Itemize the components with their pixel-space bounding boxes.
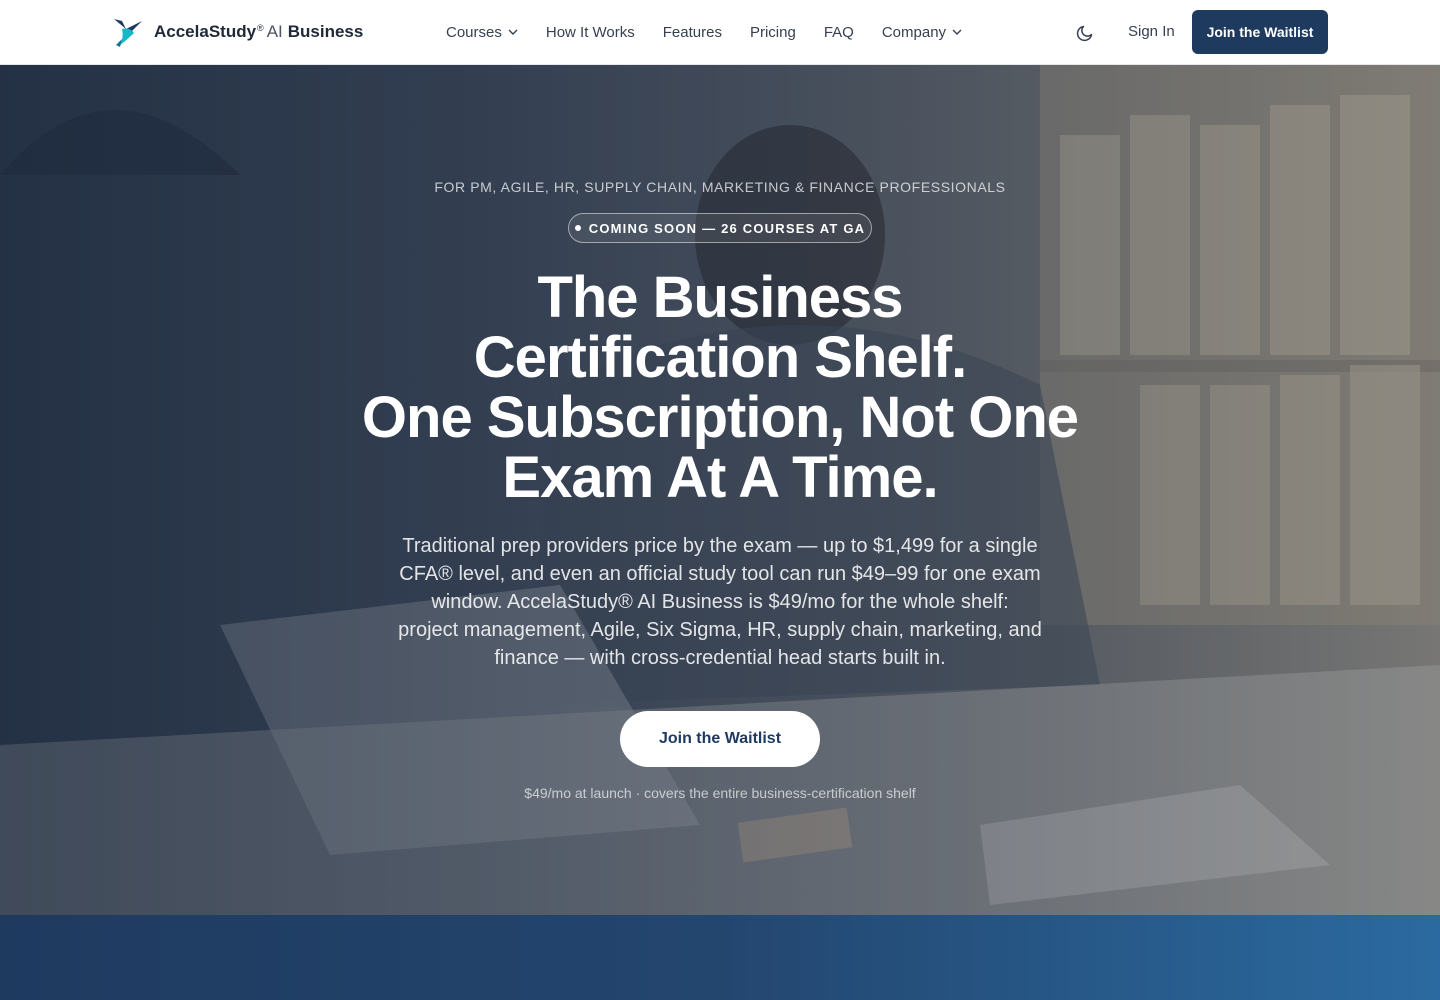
hero-subcopy: Traditional prep providers price by the …	[380, 532, 1060, 672]
subcopy-line: Traditional prep providers price by the …	[402, 535, 1038, 557]
logo-brand-name: AccelaStudy	[154, 22, 257, 41]
headline-line: Exam At A Time.	[502, 445, 938, 510]
nav-link-features[interactable]: Features	[663, 24, 722, 41]
headline-line: Certification Shelf.	[473, 325, 967, 390]
nav-link-label: Pricing	[749, 23, 796, 41]
subcopy-line: window. AccelaStudy® AI Business is $49/…	[431, 591, 1009, 613]
subcopy-line: finance — with cross-credential head sta…	[494, 647, 946, 669]
top-navbar: AccelaStudy ® AI Business Courses How It Wo…	[0, 0, 1440, 65]
coming-soon-badge-text: COMING SOON — 26 COURSES AT GA	[588, 220, 866, 236]
nav-link-label: Company	[881, 23, 947, 41]
hero-pricing-note: $49/mo at launch · covers the entire bus…	[524, 785, 916, 801]
nav-link-label: Courses	[446, 23, 502, 41]
sign-in-link[interactable]: Sign In	[1128, 22, 1175, 42]
logo-registered-mark: ®	[257, 23, 264, 33]
chevron-down-icon	[508, 29, 518, 35]
hero-section: FOR PM, AGILE, HR, SUPPLY CHAIN, MARKETI…	[0, 65, 1440, 915]
hero-join-waitlist-button[interactable]: Join the Waitlist	[620, 711, 820, 767]
logo-wordmark: AccelaStudy ® AI Business	[154, 22, 363, 42]
hero-content: FOR PM, AGILE, HR, SUPPLY CHAIN, MARKETI…	[0, 65, 1440, 915]
headline-line: One Subscription, Not One	[361, 385, 1079, 450]
logo-business-label: Business	[287, 22, 364, 41]
primary-nav: Courses How It Works Features Pricing FA…	[446, 0, 962, 64]
nav-link-company[interactable]: Company	[882, 24, 962, 41]
nav-link-label: How It Works	[545, 23, 635, 41]
nav-link-pricing[interactable]: Pricing	[750, 24, 796, 41]
subcopy-line: CFA® level, and even an official study t…	[399, 563, 1041, 585]
status-dot-icon	[574, 225, 581, 231]
nav-link-label: Features	[662, 23, 722, 41]
nav-join-waitlist-button[interactable]: Join the Waitlist	[1192, 10, 1328, 54]
next-section-band	[0, 915, 1440, 1000]
brand-logo[interactable]: AccelaStudy ® AI Business	[112, 14, 363, 50]
nav-link-how-it-works[interactable]: How It Works	[546, 24, 635, 41]
hero-eyebrow: FOR PM, AGILE, HR, SUPPLY CHAIN, MARKETI…	[434, 179, 1006, 195]
logo-ai-label: AI	[266, 22, 283, 41]
nav-link-faq[interactable]: FAQ	[824, 24, 854, 41]
nav-link-courses[interactable]: Courses	[446, 24, 518, 41]
chevron-down-icon	[952, 29, 962, 35]
headline-line: The Business	[537, 265, 903, 330]
moon-icon[interactable]	[1076, 22, 1096, 42]
coming-soon-badge: COMING SOON — 26 COURSES AT GA	[568, 213, 872, 243]
subcopy-line: project management, Agile, Six Sigma, HR…	[398, 619, 1042, 641]
hero-headline: The Business Certification Shelf. One Su…	[0, 268, 1440, 508]
hummingbird-logo-icon	[114, 19, 142, 47]
nav-link-label: FAQ	[823, 23, 854, 41]
